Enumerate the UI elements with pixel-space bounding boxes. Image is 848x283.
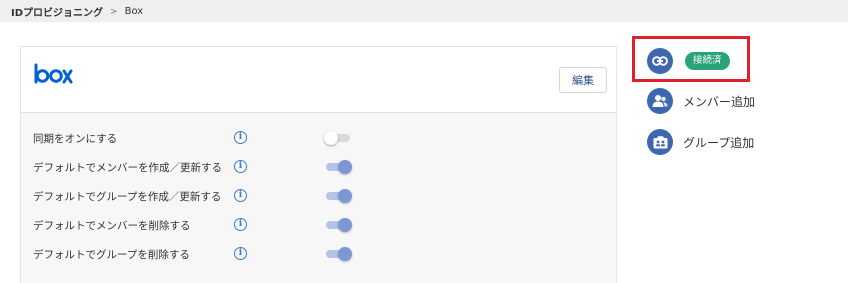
setting-row-create-groups: デフォルトでグループを作成／更新する i [21,185,616,207]
info-icon[interactable]: i [234,189,247,202]
setting-row-sync: 同期をオンにする i [21,127,616,149]
delete-members-toggle[interactable] [326,218,352,232]
breadcrumb-current: Box [124,6,144,17]
add-member-button[interactable] [647,88,673,114]
edit-button[interactable]: 編集 [559,67,607,93]
setting-label: デフォルトでグループを作成／更新する [33,191,222,203]
info-icon[interactable]: i [234,247,247,260]
card-header: box 編集 [21,47,616,113]
create-groups-toggle[interactable] [326,189,352,203]
delete-groups-toggle[interactable] [326,247,352,261]
add-group-button[interactable] [647,129,673,155]
info-icon[interactable]: i [234,218,247,231]
box-provisioning-card: box 編集 同期をオンにする i デフォルトでメンバーを作成／更新する i デ… [20,46,617,283]
top-bar: IDプロビジョニング > Box [0,0,848,22]
group-icon [653,135,667,148]
highlight-box [632,36,750,82]
setting-label: デフォルトでメンバーを作成／更新する [33,162,222,174]
setting-row-delete-members: デフォルトでメンバーを削除する i [21,214,616,236]
setting-label: 同期をオンにする [33,133,118,145]
add-group-label[interactable]: グループ追加 [683,134,754,151]
setting-label: デフォルトでメンバーを削除する [33,220,191,232]
add-member-label[interactable]: メンバー追加 [683,93,755,110]
setting-row-delete-groups: デフォルトでグループを削除する i [21,243,616,265]
create-members-toggle[interactable] [326,160,352,174]
setting-row-create-members: デフォルトでメンバーを作成／更新する i [21,156,616,178]
add-member-item[interactable]: メンバー追加 [647,88,755,114]
info-icon[interactable]: i [234,160,247,173]
box-logo: box [34,63,73,84]
info-icon[interactable]: i [234,131,247,144]
breadcrumb: IDプロビジョニング > Box [11,4,143,19]
sync-toggle[interactable] [324,131,350,145]
breadcrumb-separator: > [110,6,118,17]
setting-label: デフォルトでグループを削除する [33,249,190,261]
add-group-item[interactable]: グループ追加 [647,129,754,155]
breadcrumb-parent-link[interactable]: IDプロビジョニング [11,4,103,19]
users-icon [652,95,668,107]
